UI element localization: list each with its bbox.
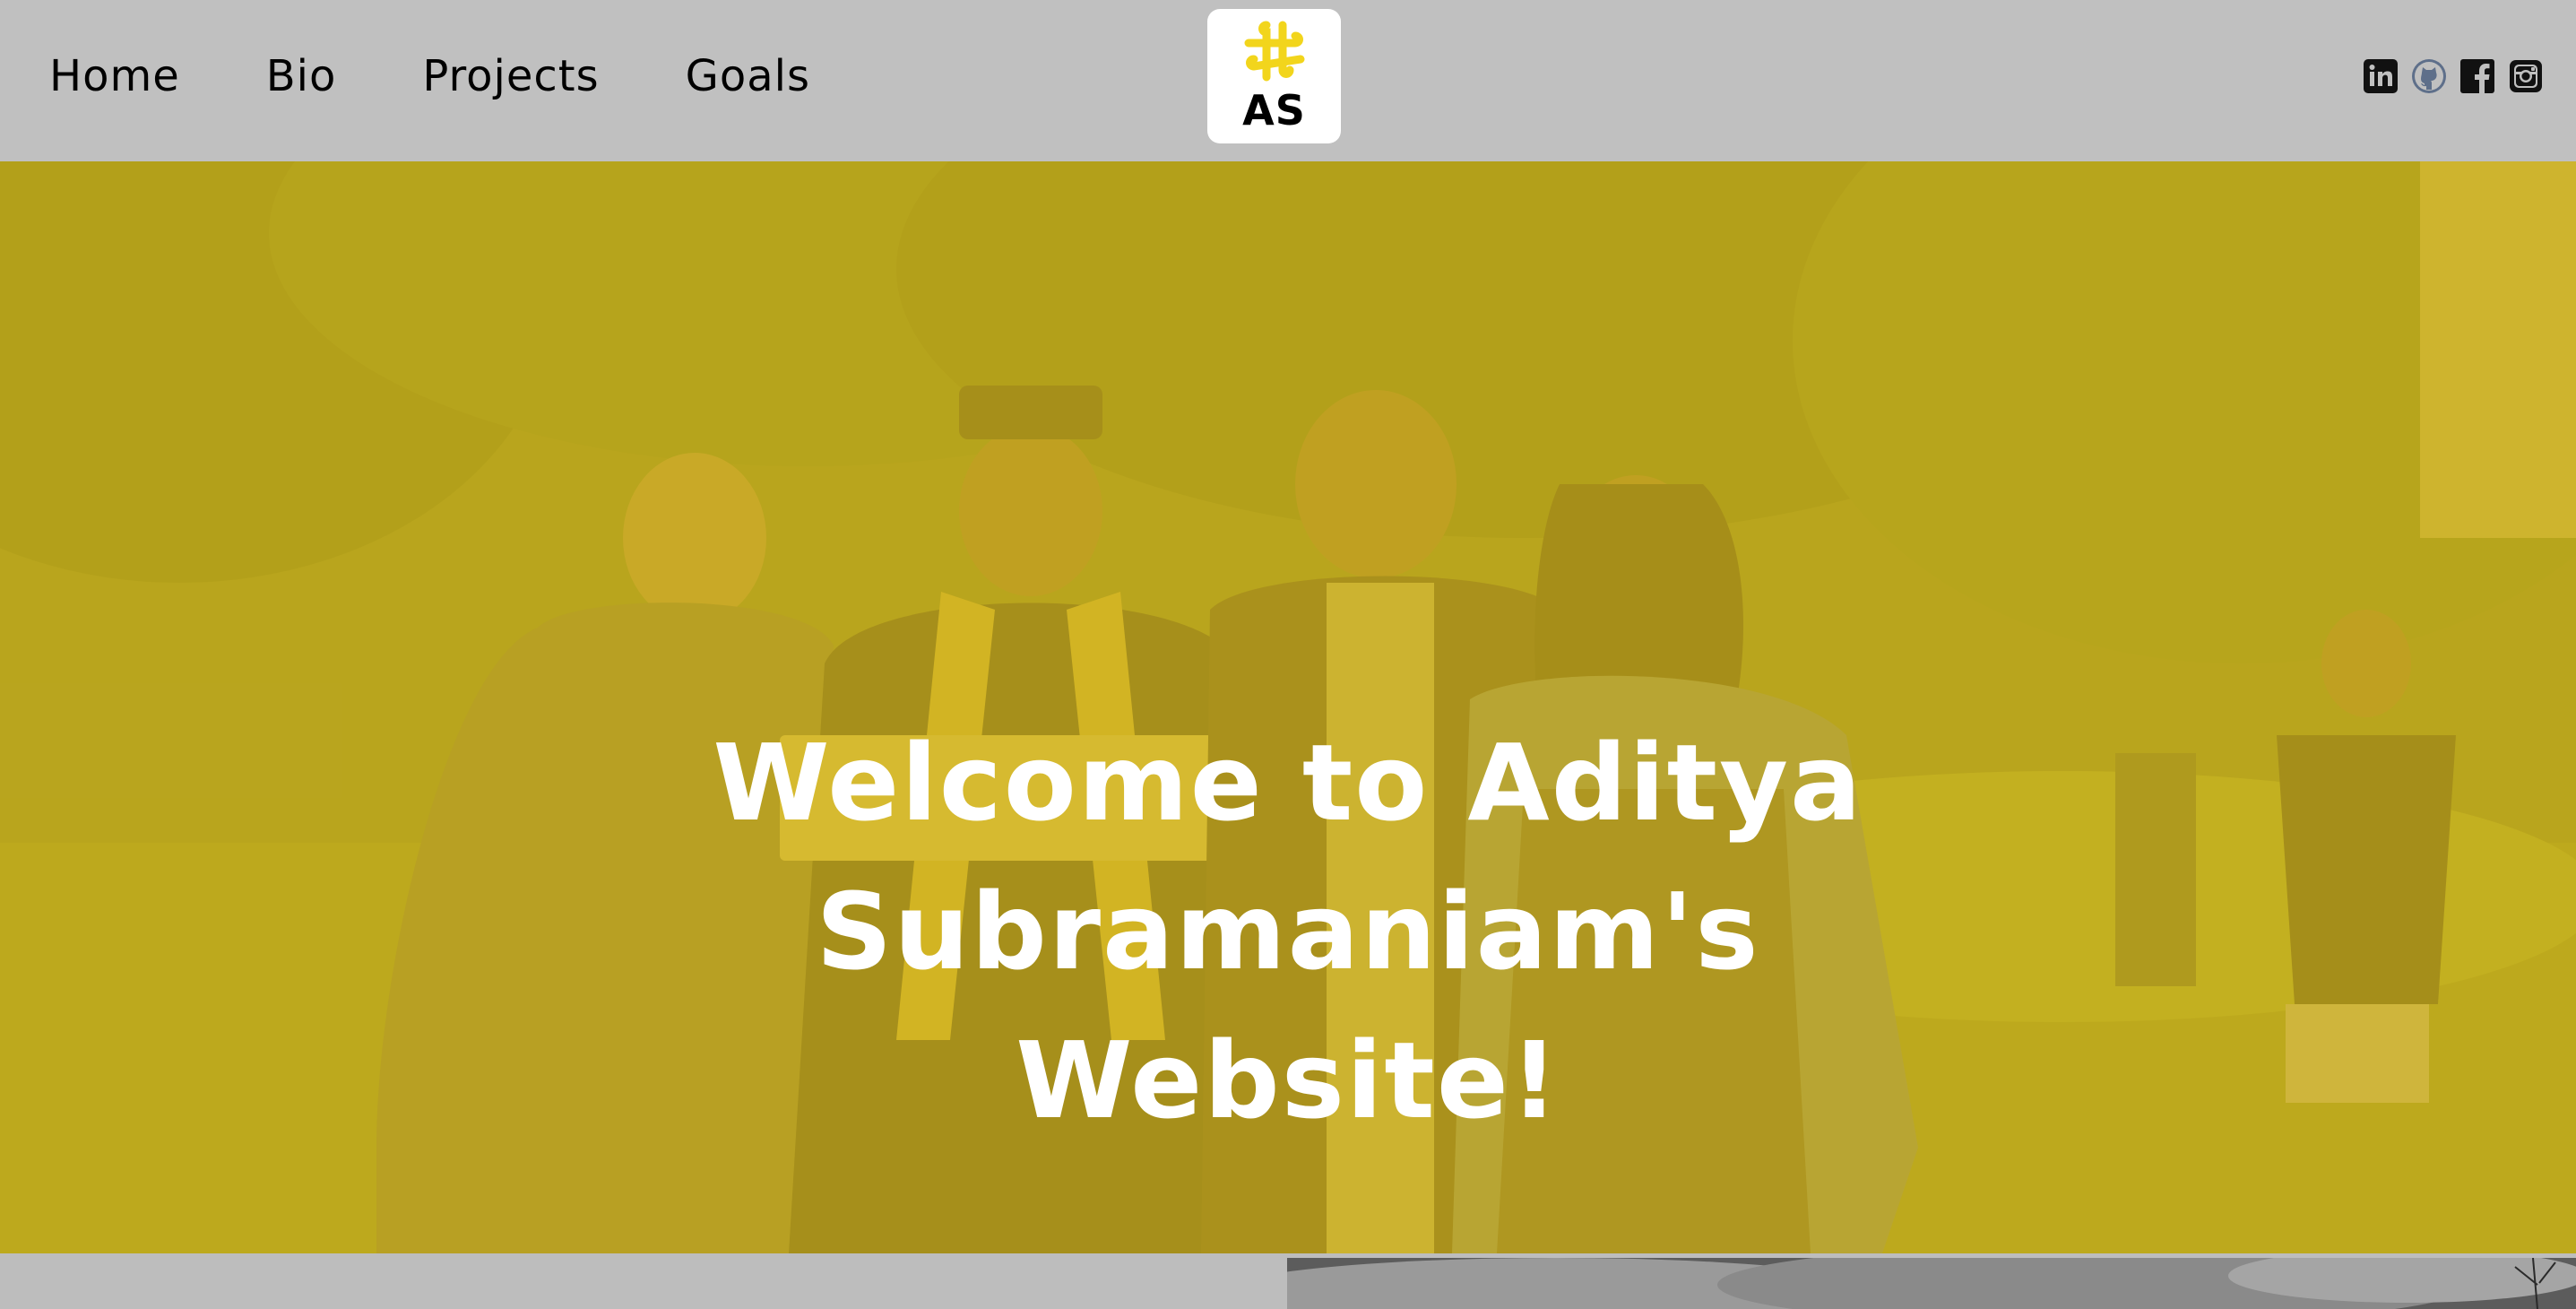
- site-logo[interactable]: AS: [1207, 9, 1341, 143]
- nav-link-goals[interactable]: Goals: [686, 45, 810, 108]
- hero-title: Welcome to Aditya Subramaniam's Website!: [0, 708, 2576, 1155]
- github-icon[interactable]: [2411, 58, 2447, 94]
- nav-link-bio[interactable]: Bio: [266, 45, 337, 108]
- nav-link-home[interactable]: Home: [49, 45, 180, 108]
- facebook-icon[interactable]: [2459, 58, 2495, 94]
- nav-link-projects[interactable]: Projects: [422, 45, 599, 108]
- next-section-photo: [1287, 1258, 2576, 1309]
- logo-text: AS: [1242, 86, 1306, 134]
- instagram-icon[interactable]: [2508, 58, 2544, 94]
- page: Home Bio Projects Goals AS Welcome to Ad…: [0, 0, 2576, 1309]
- linkedin-icon[interactable]: [2363, 58, 2399, 94]
- hashtag-logo-icon: [1244, 21, 1304, 82]
- navbar: Home Bio Projects Goals AS: [0, 0, 2576, 161]
- social-links: [2363, 58, 2544, 94]
- nav-links: Home Bio Projects Goals: [49, 45, 810, 108]
- hero-title-text: Welcome to Aditya Subramaniam's Website!: [713, 721, 1863, 1142]
- hero-section: Welcome to Aditya Subramaniam's Website!: [0, 161, 2576, 1253]
